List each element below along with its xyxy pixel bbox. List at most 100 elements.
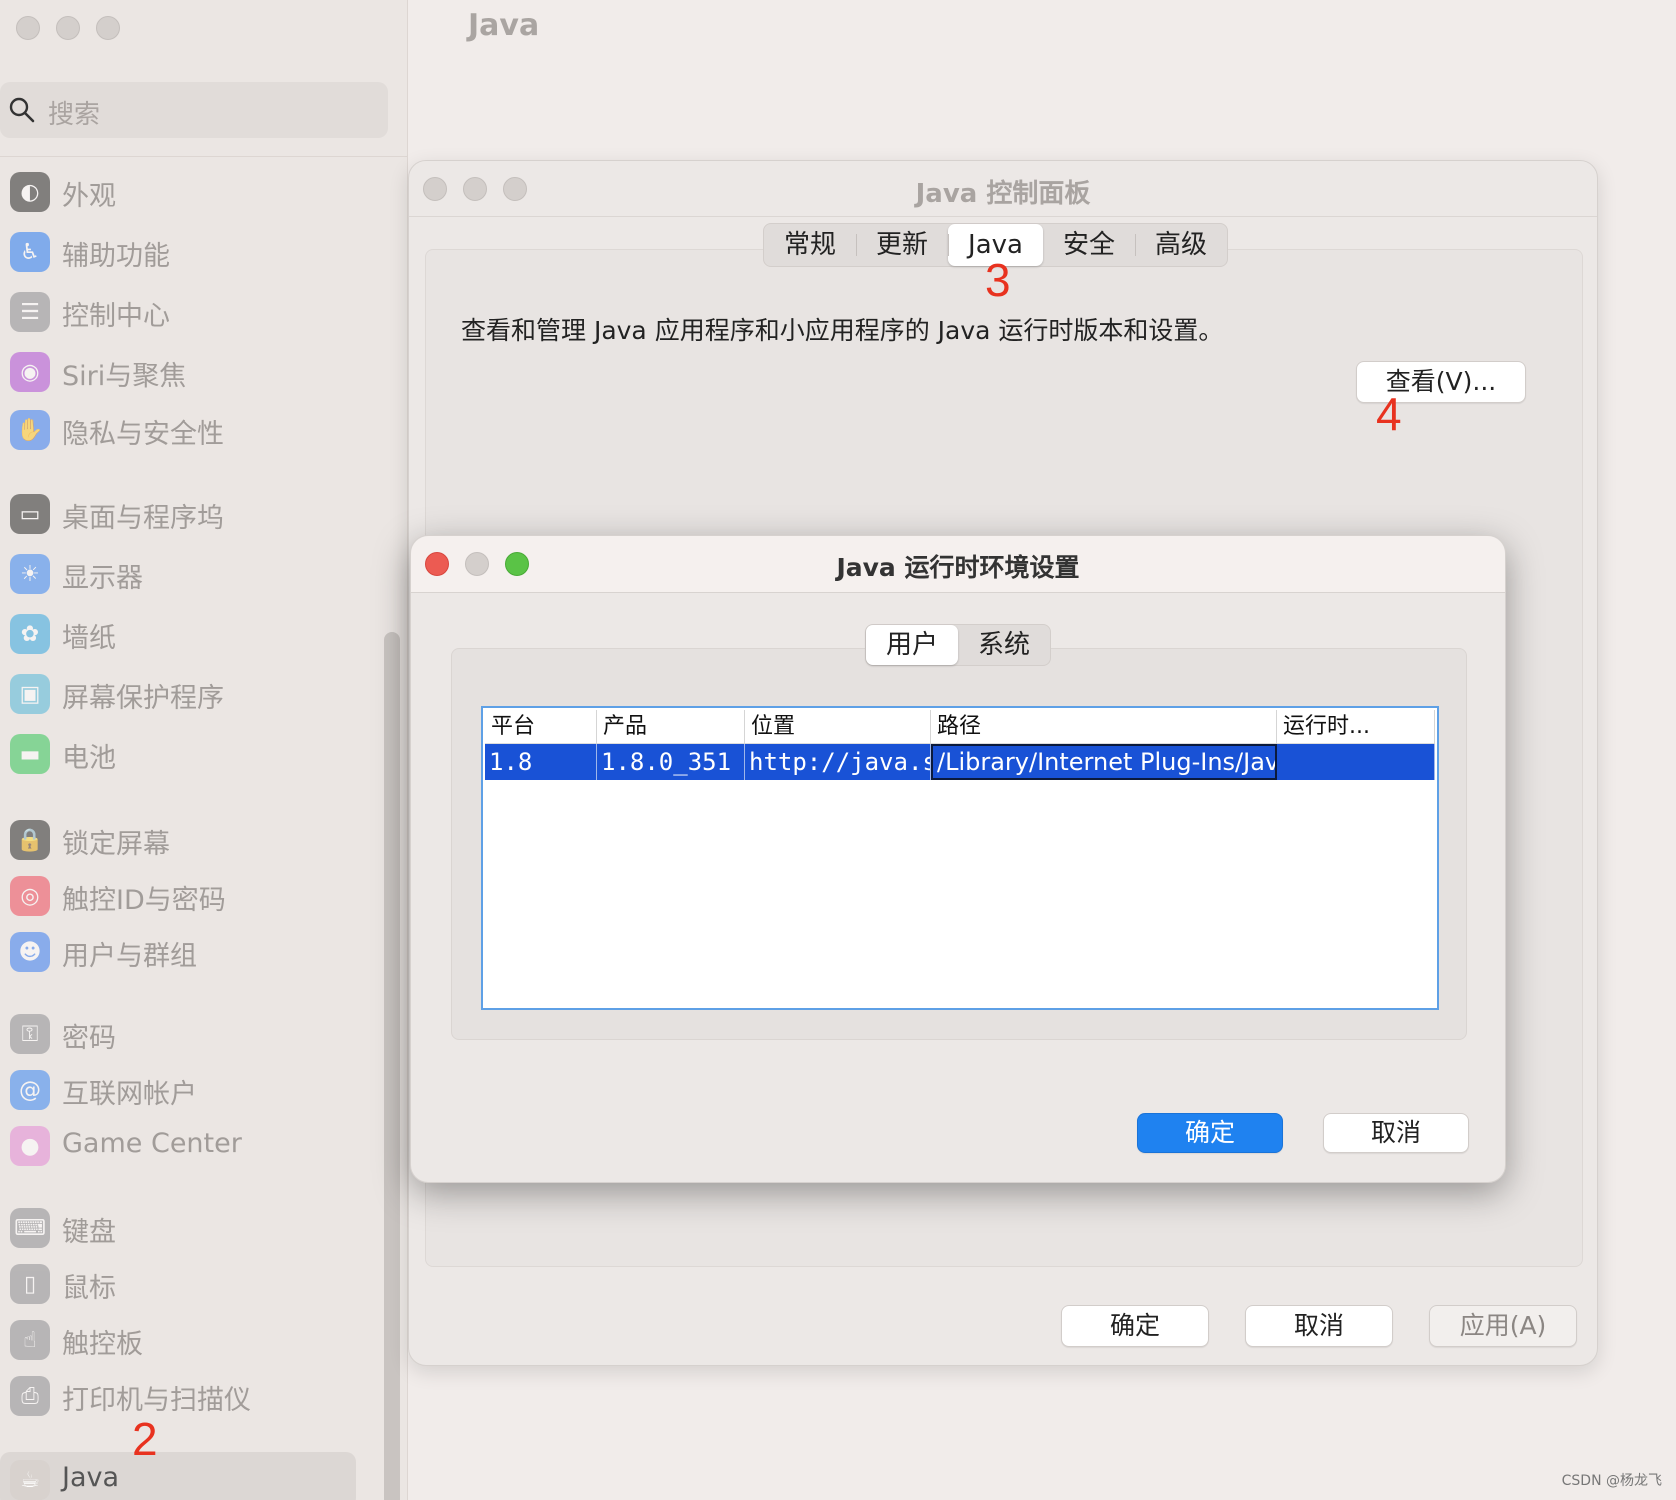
annotation-number: 3: [985, 254, 1011, 306]
sidebar-scrollbar[interactable]: [384, 632, 400, 1500]
window-minimize-button[interactable]: [56, 16, 80, 40]
tab[interactable]: 系统: [958, 625, 1050, 665]
column-header[interactable]: 位置: [745, 710, 931, 744]
java-description: 查看和管理 Java 应用程序和小应用程序的 Java 运行时版本和设置。: [461, 316, 1224, 345]
sidebar-item[interactable]: ▣ 屏幕保护程序: [0, 666, 380, 720]
sidebar-item[interactable]: ⚿ 密码: [0, 1006, 380, 1060]
jre-settings-dialog: Java 运行时环境设置 用户 系统 平台 产品 位置 路径 运行时... 1.8 1.8.…: [410, 535, 1506, 1183]
jre-table: 平台产品位置路径运行时... 1.81.8.0_351http://java.s…: [481, 706, 1439, 1010]
wallpaper-icon: ✿: [10, 614, 50, 654]
battery-icon: ▬: [10, 734, 50, 774]
sidebar-item-label: Java: [62, 1462, 120, 1493]
column-header[interactable]: 平台: [485, 710, 597, 744]
lock-icon: 🔒: [10, 820, 50, 860]
control-panel-title: Java 控制面板: [915, 179, 1091, 209]
sidebar-item[interactable]: ⎙ 打印机与扫描仪: [0, 1368, 380, 1422]
control-panel-titlebar: Java 控制面板: [409, 161, 1597, 217]
sidebar-item-label: Game Center: [62, 1128, 242, 1159]
column-header[interactable]: 运行时...: [1277, 710, 1435, 744]
tab[interactable]: 更新: [856, 224, 948, 266]
window-close-button[interactable]: [16, 16, 40, 40]
jre-cancel-button[interactable]: 取消: [1323, 1113, 1469, 1153]
tab[interactable]: 安全: [1043, 224, 1135, 266]
annotation-number: 2: [132, 1413, 158, 1465]
sidebar-item[interactable]: ◎ 触控ID与密码: [0, 868, 380, 922]
search-input[interactable]: 搜索: [0, 82, 388, 138]
sidebar-item-label: 辅助功能: [62, 241, 170, 272]
sidebar-item[interactable]: ● Game Center: [0, 1118, 380, 1172]
users-icon: ☻: [10, 932, 50, 972]
tab[interactable]: 用户: [866, 625, 959, 665]
sidebar-item-label: 桌面与程序坞: [62, 503, 224, 534]
accessibility-icon: ♿: [10, 232, 50, 272]
table-cell[interactable]: /Library/Internet Plug-Ins/Jav...: [931, 744, 1277, 780]
sidebar-item[interactable]: ▬ 电池: [0, 726, 380, 780]
siri-icon: ◉: [10, 352, 50, 392]
sidebar-item[interactable]: ▯ 鼠标: [0, 1256, 380, 1310]
sidebar-item-label: 电池: [62, 743, 116, 774]
sidebar-item[interactable]: ▭ 桌面与程序坞: [0, 486, 380, 540]
sidebar-item-label: Siri与聚焦: [62, 361, 187, 392]
cp-ok-button[interactable]: 确定: [1061, 1305, 1209, 1347]
mouse-icon: ▯: [10, 1264, 50, 1304]
sidebar-item[interactable]: ☝ 触控板: [0, 1312, 380, 1366]
sidebar-item[interactable]: ☀ 显示器: [0, 546, 380, 600]
sidebar-item-label: 键盘: [62, 1217, 116, 1248]
jre-ok-button[interactable]: 确定: [1137, 1113, 1283, 1153]
hand-icon: ✋: [10, 410, 50, 450]
jre-tabs: 用户 系统: [865, 624, 1052, 666]
table-header: 平台 产品 位置 路径 运行时...: [485, 710, 1435, 744]
table-cell[interactable]: http://java.su...: [745, 744, 931, 780]
appearance-icon: ◐: [10, 172, 50, 212]
sidebar-item[interactable]: ⌨ 键盘: [0, 1200, 380, 1254]
tab[interactable]: 高级: [1134, 224, 1227, 266]
sidebar-item-label: 密码: [62, 1023, 116, 1054]
sidebar-item[interactable]: @ 互联网帐户: [0, 1062, 380, 1116]
jre-titlebar: Java 运行时环境设置: [411, 536, 1505, 593]
sidebar: 搜索 ◐ 外观 ♿ 辅助功能 ☰ 控制中心 ◉ Siri与聚焦 ✋ 隐私与安全性 ▭ 桌面与程序坞 ☀ 显…: [0, 0, 408, 1500]
keyboard-icon: ⌨: [10, 1208, 50, 1248]
sidebar-item-label: 显示器: [62, 563, 143, 594]
sidebar-item[interactable]: ♿ 辅助功能: [0, 224, 380, 278]
cp-apply-button[interactable]: 应用(A): [1429, 1305, 1577, 1347]
sidebar-item-label: 触控板: [62, 1329, 143, 1360]
screensaver-icon: ▣: [10, 674, 50, 714]
jre-dialog-title: Java 运行时环境设置: [836, 553, 1080, 582]
tab[interactable]: 常规: [764, 224, 856, 266]
sidebar-item[interactable]: ☰ 控制中心: [0, 284, 380, 338]
column-header[interactable]: 路径: [931, 710, 1277, 744]
key-icon: ⚿: [10, 1014, 50, 1054]
annotation-number: 4: [1376, 388, 1402, 440]
sidebar-item[interactable]: ☻ 用户与群组: [0, 924, 380, 978]
search-icon: [9, 97, 35, 123]
at-icon: @: [10, 1070, 50, 1110]
window-zoom-button[interactable]: [96, 16, 120, 40]
table-cell[interactable]: 1.8.0_351: [597, 744, 745, 780]
table-cell[interactable]: [1277, 744, 1435, 780]
watermark: CSDN @杨龙飞: [1561, 1473, 1662, 1489]
cp-cancel-button[interactable]: 取消: [1245, 1305, 1393, 1347]
sidebar-item[interactable]: ☕ Java: [0, 1452, 380, 1500]
sidebar-item-label: 用户与群组: [62, 941, 197, 972]
sidebar-item[interactable]: 🔒 锁定屏幕: [0, 812, 380, 866]
sidebar-item-label: 隐私与安全性: [62, 419, 224, 450]
sidebar-item-label: 互联网帐户: [62, 1079, 197, 1110]
java-icon: ☕: [10, 1460, 50, 1500]
sidebar-item[interactable]: ◐ 外观: [0, 164, 380, 218]
sidebar-item-label: 锁定屏幕: [62, 829, 170, 860]
sidebar-item[interactable]: ✿ 墙纸: [0, 606, 380, 660]
control-center-icon: ☰: [10, 292, 50, 332]
table-cell[interactable]: 1.8: [485, 744, 597, 780]
sidebar-item-label: 鼠标: [62, 1273, 116, 1304]
sidebar-item-label: 外观: [62, 181, 116, 212]
sidebar-item-label: 屏幕保护程序: [62, 683, 224, 714]
sidebar-divider: [0, 156, 408, 157]
printer-icon: ⎙: [10, 1376, 50, 1416]
display-icon: ☀: [10, 554, 50, 594]
column-header[interactable]: 产品: [597, 710, 745, 744]
dock-icon: ▭: [10, 494, 50, 534]
sidebar-item[interactable]: ✋ 隐私与安全性: [0, 402, 380, 456]
table-row[interactable]: 1.81.8.0_351http://java.su.../Library/In…: [485, 744, 1435, 780]
sidebar-item[interactable]: ◉ Siri与聚焦: [0, 344, 380, 398]
sidebar-item-label: 墙纸: [62, 623, 116, 654]
